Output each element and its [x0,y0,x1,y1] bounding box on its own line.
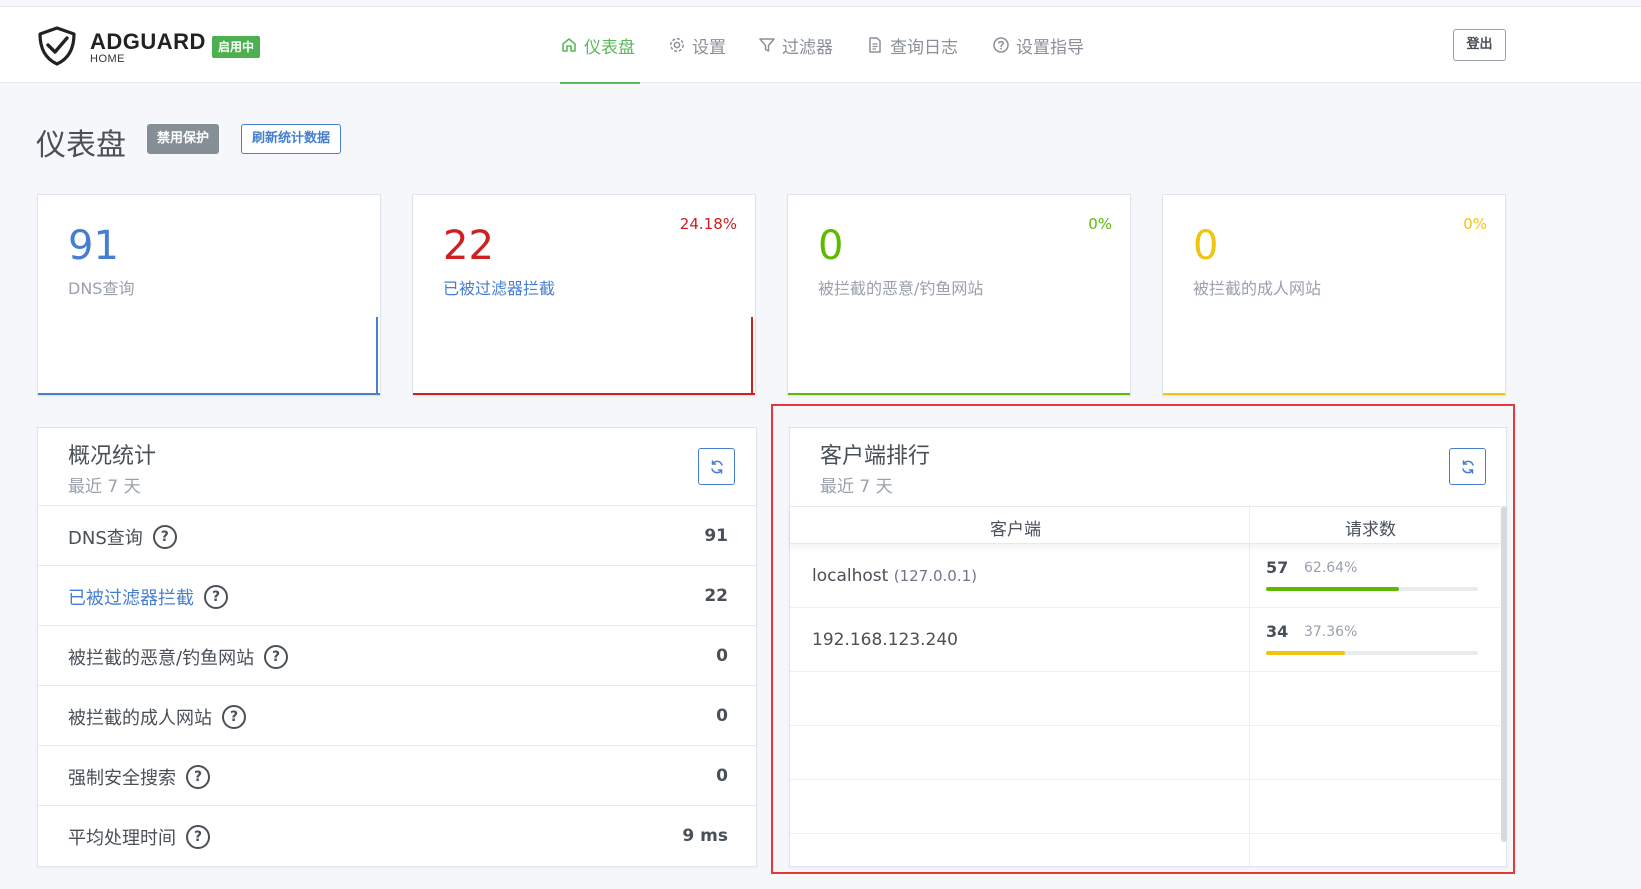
overview-row-label: 平均处理时间 [68,828,176,849]
help-icon[interactable]: ? [186,765,210,789]
document-icon [869,37,881,53]
overview-row-value: 9 ms [682,826,728,846]
overview-row-value: 91 [704,526,728,546]
stat-label: 被拦截的成人网站 [1193,279,1322,298]
help-icon[interactable]: ? [222,705,246,729]
stat-label-link[interactable]: 已被过滤器拦截 [443,275,555,299]
overview-row-label-wrap: 平均处理时间 ? [68,824,210,850]
stat-value: 91 [68,223,119,269]
nav-setup-guide-label: 设置指导 [1016,37,1084,58]
main-nav: 仪表盘 设置 过滤器 查询日志 设置指导 [0,7,1641,84]
panel-title: 概况统计 [68,444,157,469]
stat-label: DNS查询 [68,279,135,298]
refresh-statistics-button[interactable]: 刷新统计数据 [241,124,342,154]
stat-sparkline [376,317,378,395]
disable-protection-button[interactable]: 禁用保护 [147,124,220,154]
stat-baseline [38,393,380,395]
filter-icon [759,38,775,52]
stat-percent: 0% [1463,215,1487,233]
overview-row-label: 被拦截的成人网站 [68,708,212,729]
nav-dashboard[interactable]: 仪表盘 [560,33,635,58]
stat-label: 被拦截的恶意/钓鱼网站 [818,279,984,298]
stat-baseline [788,393,1130,395]
overview-row-value: 0 [716,706,728,726]
overview-row-label-link[interactable]: 已被过滤器拦截 [68,584,194,610]
nav-query-log[interactable]: 查询日志 [866,33,958,58]
overview-row-label: 强制安全搜索 [68,768,176,789]
overview-row-adult-sites: 被拦截的成人网站 ? 0 [38,685,758,745]
page-title: 仪表盘 [36,128,126,163]
refresh-icon [710,459,723,474]
nav-dashboard-label: 仪表盘 [584,37,635,58]
question-circle-icon [993,37,1009,53]
nav-query-log-label: 查询日志 [890,37,958,58]
panel-subtitle: 最近 7 天 [68,477,141,497]
overview-row-value: 0 [716,646,728,666]
nav-filters[interactable]: 过滤器 [758,33,833,58]
stat-baseline [413,393,755,395]
stat-value: 0 [1193,223,1219,269]
overview-row-label-wrap: 被拦截的成人网站 ? [68,704,246,730]
stat-sparkline [751,317,753,395]
nav-settings[interactable]: 设置 [668,33,726,58]
overview-row-avg-processing-time: 平均处理时间 ? 9 ms [38,805,758,865]
overview-row-label-wrap: 已被过滤器拦截 ? [68,584,228,610]
stat-value: 0 [818,223,844,269]
stat-card-dns-queries: 91 DNS查询 [37,194,381,396]
stat-card-adult-sites: 0% 0 被拦截的成人网站 [1162,194,1506,396]
stat-card-blocked-by-filters: 24.18% 22 已被过滤器拦截 [412,194,756,396]
help-icon[interactable]: ? [264,645,289,669]
highlight-annotation-box [771,404,1515,874]
overview-row-blocked-by-filters: 已被过滤器拦截 ? 22 [38,565,758,625]
stat-value: 22 [443,223,494,269]
overview-row-safe-search: 强制安全搜索 ? 0 [38,745,758,805]
overview-row-label: DNS查询 [68,528,143,549]
help-icon[interactable]: ? [152,525,177,549]
overview-refresh-button[interactable] [698,448,735,485]
overview-row-label-wrap: 强制安全搜索 ? [68,764,210,790]
stat-percent: 24.18% [679,215,737,233]
overview-row-value: 22 [704,586,728,606]
help-icon[interactable]: ? [186,825,210,849]
nav-settings-label: 设置 [692,37,726,58]
stat-card-malware-phishing: 0% 0 被拦截的恶意/钓鱼网站 [787,194,1131,396]
overview-row-dns-queries: DNS查询 ? 91 [38,505,758,565]
nav-setup-guide[interactable]: 设置指导 [992,33,1084,58]
nav-active-indicator [560,82,640,84]
gear-icon [670,38,684,52]
logout-button[interactable]: 登出 [1453,29,1506,61]
overview-row-label: 被拦截的恶意/钓鱼网站 [68,648,255,669]
stat-percent: 0% [1088,215,1112,233]
overview-row-malware-phishing: 被拦截的恶意/钓鱼网站 ? 0 [38,625,758,685]
overview-row-value: 0 [716,766,728,786]
top-header: ADGUARD HOME 启用中 仪表盘 设置 过滤器 查询日志 设置指导 登出 [0,6,1641,84]
help-icon[interactable]: ? [204,585,228,609]
overview-row-label-wrap: 被拦截的恶意/钓鱼网站 ? [68,644,289,670]
overview-row-label-wrap: DNS查询 ? [68,524,177,550]
nav-filters-label: 过滤器 [782,37,833,58]
overview-stats-panel: 概况统计 最近 7 天 DNS查询 ? 91 已被过滤器拦截 ? 22 被拦截的… [37,427,758,867]
stat-baseline [1163,393,1505,395]
home-icon [562,38,576,52]
